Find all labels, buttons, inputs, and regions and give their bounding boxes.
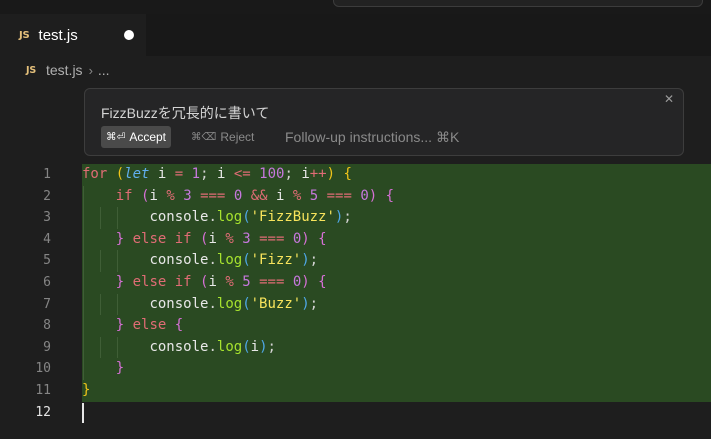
tab-title: test.js (38, 26, 78, 44)
code-line[interactable]: 7 console.log('Buzz'); (0, 293, 711, 316)
inline-chat-widget: FizzBuzzを冗長的に書いて ✕ ⌘⏎ Accept ⌘⌫ Reject F… (84, 88, 684, 156)
reject-button[interactable]: ⌘⌫ Reject (191, 126, 254, 148)
code-text: } (82, 382, 91, 398)
code-text: } else if (i % 5 === 0) { (115, 274, 327, 290)
added-code-line[interactable]: } (82, 380, 711, 402)
breadcrumb: JS test.js › ... (0, 56, 711, 84)
added-code-line[interactable]: console.log('FizzBuzz'); (82, 207, 711, 229)
line-number: 4 (43, 231, 51, 247)
chevron-right-icon: › (88, 62, 93, 78)
js-file-icon: JS (19, 29, 30, 41)
added-code-line[interactable]: } (82, 358, 711, 380)
code-line[interactable]: 5 console.log('Fizz'); (0, 250, 711, 272)
code-line[interactable]: 9 console.log(i); (0, 336, 711, 359)
line-number: 12 (35, 404, 51, 420)
line-number: 10 (35, 361, 51, 377)
code-text: } (115, 360, 125, 377)
code-text: console.log('Fizz'); (149, 252, 319, 269)
window-top-strip (0, 0, 711, 14)
reject-shortcut: ⌘⌫ (191, 131, 217, 143)
tab-test-js[interactable]: JS test.js (0, 14, 146, 56)
code-line[interactable]: 3 console.log('FizzBuzz'); (0, 207, 711, 229)
command-center-fragment (333, 0, 703, 7)
code-text: console.log(i); (149, 338, 276, 355)
line-number: 11 (35, 383, 51, 398)
code-line[interactable]: 1 for (let i = 1; i <= 100; i++) { (0, 164, 711, 186)
code-editor[interactable]: 1 for (let i = 1; i <= 100; i++) { 2 if (i… (0, 164, 711, 439)
text-cursor (82, 402, 84, 423)
added-code-line[interactable]: console.log(i); (82, 336, 711, 359)
code-line[interactable]: 2 if (i % 3 === 0 && i % 5 === 0) { (0, 185, 711, 208)
line-number: 8 (43, 318, 51, 334)
close-icon[interactable]: ✕ (661, 91, 677, 107)
added-code-line[interactable]: } else if (i % 5 === 0) { (82, 272, 711, 294)
code-line[interactable]: 10 } (0, 358, 711, 380)
line-number: 3 (43, 210, 51, 226)
js-file-icon: JS (26, 64, 36, 76)
added-code-line[interactable]: } else if (i % 3 === 0) { (82, 228, 711, 251)
breadcrumb-file[interactable]: test.js (46, 62, 83, 78)
reject-label: Reject (220, 130, 255, 144)
code-text: console.log('FizzBuzz'); (149, 209, 352, 226)
line-number: 1 (43, 167, 51, 182)
followup-input[interactable]: Follow-up instructions... ⌘K (285, 126, 459, 148)
code-line[interactable]: 11} (0, 380, 711, 402)
code-line-text[interactable] (82, 402, 711, 424)
line-number: 7 (43, 296, 51, 312)
accept-label: Accept (129, 130, 166, 144)
added-code-line[interactable]: console.log('Fizz'); (82, 250, 711, 272)
line-number: 2 (43, 188, 51, 204)
code-line[interactable]: 6 } else if (i % 5 === 0) { (0, 272, 711, 294)
chat-prompt-text: FizzBuzzを冗長的に書いて (101, 105, 270, 121)
code-text: } else if (i % 3 === 0) { (115, 230, 327, 247)
line-number: 9 (43, 339, 51, 355)
added-code-line[interactable]: } else { (82, 315, 711, 337)
code-line[interactable]: 4 } else if (i % 3 === 0) { (0, 228, 711, 251)
code-text: for (let i = 1; i <= 100; i++) { (82, 166, 352, 182)
added-code-line[interactable]: console.log('Buzz'); (82, 293, 711, 316)
added-code-line[interactable]: for (let i = 1; i <= 100; i++) { (82, 164, 711, 186)
breadcrumb-symbols[interactable]: ... (98, 62, 110, 78)
line-number: 6 (43, 275, 51, 290)
added-code-line[interactable]: if (i % 3 === 0 && i % 5 === 0) { (82, 185, 711, 208)
code-text: } else { (115, 317, 184, 334)
code-line[interactable]: 8 } else { (0, 315, 711, 337)
accept-shortcut: ⌘⏎ (106, 131, 126, 143)
code-text: console.log('Buzz'); (149, 295, 319, 312)
code-text: if (i % 3 === 0 && i % 5 === 0) { (115, 187, 395, 204)
accept-button[interactable]: ⌘⏎ Accept (101, 126, 171, 148)
unsaved-dot-icon[interactable] (124, 30, 134, 40)
tab-bar: JS test.js (0, 14, 711, 56)
code-line[interactable]: 12 (0, 402, 711, 424)
line-number: 5 (43, 253, 51, 269)
